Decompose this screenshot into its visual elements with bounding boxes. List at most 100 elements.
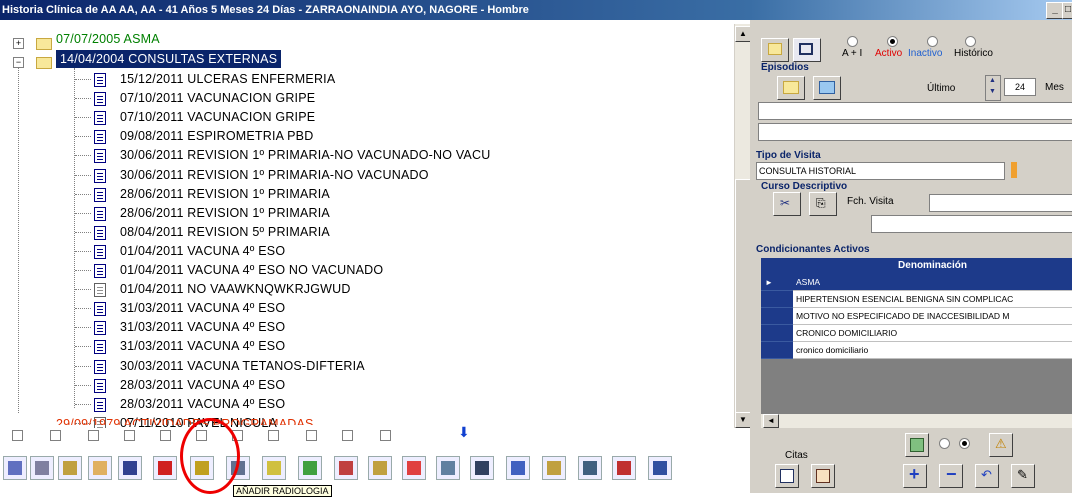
tree-item[interactable]: 31/03/2011 VACUNA 4º ESO <box>120 318 285 336</box>
tree-item[interactable]: 07/10/2011 VACUNACION GRIPE <box>120 89 315 107</box>
condition-row[interactable]: ASMA <box>793 274 1072 291</box>
filter-checkbox[interactable] <box>268 430 279 441</box>
tipo-visita-button[interactable] <box>1011 162 1017 178</box>
calc-button[interactable] <box>905 433 929 457</box>
filter-checkbox[interactable] <box>50 430 61 441</box>
list-button[interactable] <box>3 456 27 480</box>
tree-item[interactable]: 30/06/2011 REVISION 1º PRIMARIA-NO VACUN… <box>120 166 429 184</box>
tree-item[interactable]: 08/04/2011 REVISION 5º PRIMARIA <box>120 223 330 241</box>
tree-item[interactable]: 01/04/2011 NO VAAWKNQWKRJGWUD <box>120 280 351 298</box>
search-doc-button[interactable] <box>262 456 286 480</box>
scroll-left-button[interactable]: ◄ <box>763 414 779 428</box>
document-icon <box>94 206 106 221</box>
folder-chart-button[interactable] <box>542 456 566 480</box>
fch-visita-input[interactable] <box>929 194 1072 212</box>
months-input[interactable]: 24 <box>1004 78 1036 96</box>
row-indicator[interactable] <box>761 325 793 342</box>
tree-item[interactable]: 28/03/2011 VACUNA 4º ESO <box>120 395 285 413</box>
undo-button[interactable]: ↶ <box>975 464 999 488</box>
citas-calendar-button[interactable] <box>775 464 799 488</box>
notes-button[interactable] <box>88 456 112 480</box>
expand-icon[interactable]: + <box>13 38 24 49</box>
citas-radio-1[interactable] <box>939 438 950 449</box>
filter-checkbox[interactable] <box>342 430 353 441</box>
key-button[interactable] <box>334 456 358 480</box>
add-episode-button[interactable] <box>777 76 805 100</box>
episode-select-2[interactable] <box>758 123 1072 141</box>
row-indicator[interactable] <box>761 308 793 325</box>
table-button[interactable] <box>470 456 494 480</box>
condition-row[interactable]: CRONICO DOMICILIARIO <box>793 325 1072 342</box>
book-button[interactable] <box>578 456 602 480</box>
folder-tools-button[interactable] <box>58 456 82 480</box>
tree-item[interactable]: 28/06/2011 REVISION 1º PRIMARIA <box>120 185 330 203</box>
row-indicator[interactable] <box>761 291 793 308</box>
scroll-up-button[interactable]: ▲ <box>735 26 751 42</box>
filter-radio-activo[interactable] <box>887 36 898 47</box>
pen-button[interactable] <box>30 456 54 480</box>
copy-button[interactable]: ⎘ <box>809 192 837 216</box>
arrow-down-icon[interactable]: ⬇ <box>458 424 470 441</box>
tree-item[interactable]: 15/12/2011 ULCERAS ENFERMERIA <box>120 70 335 88</box>
edit-button[interactable]: ✎ <box>1011 464 1035 488</box>
report-button[interactable] <box>612 456 636 480</box>
row-indicator[interactable]: ► <box>761 274 793 291</box>
add-button[interactable]: + <box>903 464 927 488</box>
maximize-button[interactable]: □ <box>1062 2 1072 19</box>
filter-checkbox[interactable] <box>380 430 391 441</box>
tree-item[interactable]: 28/03/2011 VACUNA 4º ESO <box>120 376 285 394</box>
edit-episode-button[interactable] <box>813 76 841 100</box>
grid-header-denominacion[interactable]: Denominación <box>793 258 1072 274</box>
chart-button[interactable] <box>506 456 530 480</box>
tree-item[interactable]: 09/08/2011 ESPIROMETRIA PBD <box>120 127 313 145</box>
filter-checkbox[interactable] <box>306 430 317 441</box>
tree-item[interactable]: 01/04/2011 VACUNA 4º ESO NO VACUNADO <box>120 261 383 279</box>
filter-radio-ai[interactable] <box>847 36 858 47</box>
filter-checkbox[interactable] <box>160 430 171 441</box>
tree-item[interactable]: 31/03/2011 VACUNA 4º ESO <box>120 337 285 355</box>
alert-button[interactable] <box>402 456 426 480</box>
add-document-button[interactable] <box>298 456 322 480</box>
scroll-down-button[interactable]: ▼ <box>735 412 751 428</box>
radiology-button[interactable] <box>153 456 177 480</box>
collapse-icon[interactable]: − <box>13 57 24 68</box>
remove-button[interactable]: − <box>939 464 963 488</box>
condition-row[interactable]: MOTIVO NO ESPECIFICADO DE INACCESIBILIDA… <box>793 308 1072 325</box>
tree-item[interactable]: 30/06/2011 REVISION 1º PRIMARIA-NO VACUN… <box>120 146 490 164</box>
months-spinner[interactable]: ▲ ▼ <box>985 75 1001 101</box>
tree-scrollbar[interactable]: ▲ ▼ <box>734 24 751 428</box>
citas-radio-2[interactable] <box>959 438 970 449</box>
scissors-button[interactable]: ✂ <box>773 192 801 216</box>
tipo-visita-field[interactable]: CONSULTA HISTORIAL <box>756 162 1005 180</box>
grid-hscrollbar[interactable]: ◄ <box>761 413 1072 428</box>
tree-node-asma[interactable]: 07/07/2005 ASMA <box>56 30 160 48</box>
citas-list-button[interactable] <box>811 464 835 488</box>
episode-select-1[interactable] <box>758 102 1072 120</box>
tree-item[interactable]: 30/03/2011 VACUNA TETANOS-DIFTERIA <box>120 357 365 375</box>
document-button[interactable] <box>118 456 142 480</box>
condition-row[interactable]: cronico domiciliario <box>793 342 1072 359</box>
tree-item[interactable]: 31/03/2011 VACUNA 4º ESO <box>120 299 285 317</box>
row-indicator[interactable] <box>761 342 793 359</box>
filter-checkbox[interactable] <box>12 430 23 441</box>
form-button[interactable] <box>368 456 392 480</box>
view-list-button[interactable] <box>761 38 789 62</box>
curso-select[interactable] <box>871 215 1072 233</box>
filter-checkbox[interactable] <box>88 430 99 441</box>
kalku-button[interactable] <box>648 456 672 480</box>
view-grid-button[interactable] <box>793 38 821 62</box>
tree-node-actividades-programadas[interactable]: 29/09/1979 ACTIVIDADES PROGRAMADAS <box>56 415 314 425</box>
scroll-thumb[interactable] <box>735 179 751 416</box>
filter-radio-historico[interactable] <box>965 36 976 47</box>
tree-item[interactable]: 28/06/2011 REVISION 1º PRIMARIA <box>120 204 330 222</box>
tree-item[interactable]: 01/04/2011 VACUNA 4º ESO <box>120 242 285 260</box>
condicionantes-label: Condicionantes Activos <box>756 244 870 255</box>
condition-row[interactable]: HIPERTENSION ESENCIAL BENIGNA SIN COMPLI… <box>793 291 1072 308</box>
warning-button[interactable]: ⚠ <box>989 433 1013 457</box>
window-title: Historia Clínica de AA AA, AA - 41 Años … <box>2 4 529 16</box>
filter-checkbox[interactable] <box>124 430 135 441</box>
monitor-button[interactable] <box>436 456 460 480</box>
filter-radio-inactivo[interactable] <box>927 36 938 47</box>
tree-node-consultas-externas[interactable]: 14/04/2004 CONSULTAS EXTERNAS <box>56 50 282 68</box>
tree-item[interactable]: 07/10/2011 VACUNACION GRIPE <box>120 108 315 126</box>
